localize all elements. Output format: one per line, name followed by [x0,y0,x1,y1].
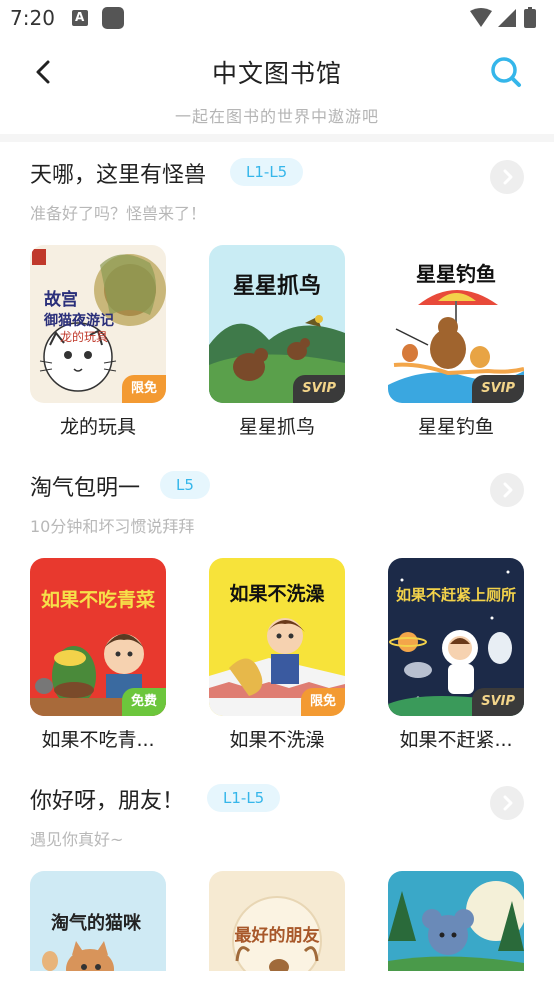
section-more-button[interactable] [490,473,524,507]
svg-text:故宫: 故宫 [44,289,78,310]
status-bar: 7:20 [0,0,554,38]
level-badge: L1-L5 [230,158,304,186]
svip-badge: SVIP [472,688,524,716]
book-card[interactable]: 如果不赶紧上厕所 SVIP 如果不赶紧... [388,558,524,752]
book-cover [388,871,524,971]
section-description: 遇见你真好~ [30,830,124,849]
book-card[interactable]: 星星钓鱼 SVIP 星星钓鱼 [388,245,524,439]
book-card[interactable]: 星星抓鸟 SVIP 星星抓鸟 [209,245,345,439]
chevron-right-icon [503,795,513,811]
book-cover: 淘气的猫咪 [30,871,166,971]
page-subtitle: 一起在图书的世界中遨游吧 [174,107,379,126]
book-cover: 如果不赶紧上厕所 SVIP [388,558,524,716]
book-title: 如果不吃青... [41,729,155,751]
book-card[interactable]: 淘气的猫咪 [30,871,166,971]
section-monster: 天哪，这里有怪兽 L1-L5 准备好了吗？怪兽来了！ 故宫 御猫夜游记 龙的玩具… [0,157,554,447]
section-description: 10分钟和坏习惯说拜拜 [30,517,195,536]
book-cover: 星星钓鱼 SVIP [388,245,524,403]
section-more-button[interactable] [490,786,524,820]
search-icon [491,57,521,87]
section-title: 天哪，这里有怪兽 [30,163,207,188]
cover-title: 淘气的猫咪 [51,912,142,934]
limited-free-badge: 限免 [121,375,166,403]
divider [0,134,554,142]
section-title: 淘气包明一 [30,476,141,501]
cover-title: 星星钓鱼 [416,262,496,286]
book-cover: 如果不吃青菜 免费 [30,558,166,716]
nav-bar: 中文图书馆 [0,46,554,98]
signal-wifi-battery-icons [470,7,536,28]
cover-title: 如果不吃青菜 [41,588,155,611]
book-cover: 星星抓鸟 SVIP [209,245,345,403]
book-card[interactable]: 如果不吃青菜 免费 如果不吃青... [30,558,166,752]
cover-title: 最好的朋友 [235,925,320,946]
svip-badge: SVIP [293,375,345,403]
book-cover: 最好的朋友 [209,871,345,971]
book-title: 如果不赶紧... [399,729,513,751]
book-title: 如果不洗澡 [229,729,325,751]
cover-title: 如果不洗澡 [229,582,324,605]
svg-text:御猫夜游记: 御猫夜游记 [43,312,114,329]
svip-badge: SVIP [472,375,524,403]
cover-title: 星星抓鸟 [233,273,321,299]
level-badge: L1-L5 [207,784,281,812]
book-title: 龙的玩具 [59,416,136,438]
book-card[interactable]: 最好的朋友 [209,871,345,971]
section-naughty-mingyi: 淘气包明一 L5 10分钟和坏习惯说拜拜 如果不吃青菜 免费 如果不吃青... … [0,470,554,760]
section-title: 你好呀，朋友！ [30,789,185,814]
chevron-right-icon [503,169,513,185]
section-hello-friend: 你好呀，朋友！ L1-L5 遇见你真好~ 淘气的猫咪 最好的朋友 [0,783,554,986]
cover-title: 龙的玩具 [60,329,108,344]
accessibility-notification-icon [72,10,88,26]
section-description: 准备好了吗？怪兽来了！ [30,204,207,223]
level-badge: L5 [160,471,210,499]
cover-illustration: 淘气的猫咪 [30,871,166,971]
app-notification-icon [102,7,124,29]
section-more-button[interactable] [490,160,524,194]
book-card[interactable] [388,871,524,971]
cover-illustration [388,871,524,971]
page-title: 中文图书馆 [211,59,342,88]
book-title: 星星钓鱼 [417,416,494,438]
book-card[interactable]: 如果不洗澡 限免 如果不洗澡 [209,558,345,752]
book-cover: 如果不洗澡 限免 [209,558,345,716]
status-time: 7:20 [10,6,55,30]
cover-illustration: 最好的朋友 [209,871,345,971]
book-card[interactable]: 故宫 御猫夜游记 龙的玩具 限免 龙的玩具 [30,245,166,439]
book-title: 星星抓鸟 [238,416,315,438]
search-button[interactable] [488,54,524,90]
book-cover: 故宫 御猫夜游记 龙的玩具 限免 [30,245,166,403]
chevron-right-icon [503,482,513,498]
limited-free-badge: 限免 [300,688,345,716]
cover-title: 如果不赶紧上厕所 [396,586,516,604]
free-badge: 免费 [121,688,166,716]
